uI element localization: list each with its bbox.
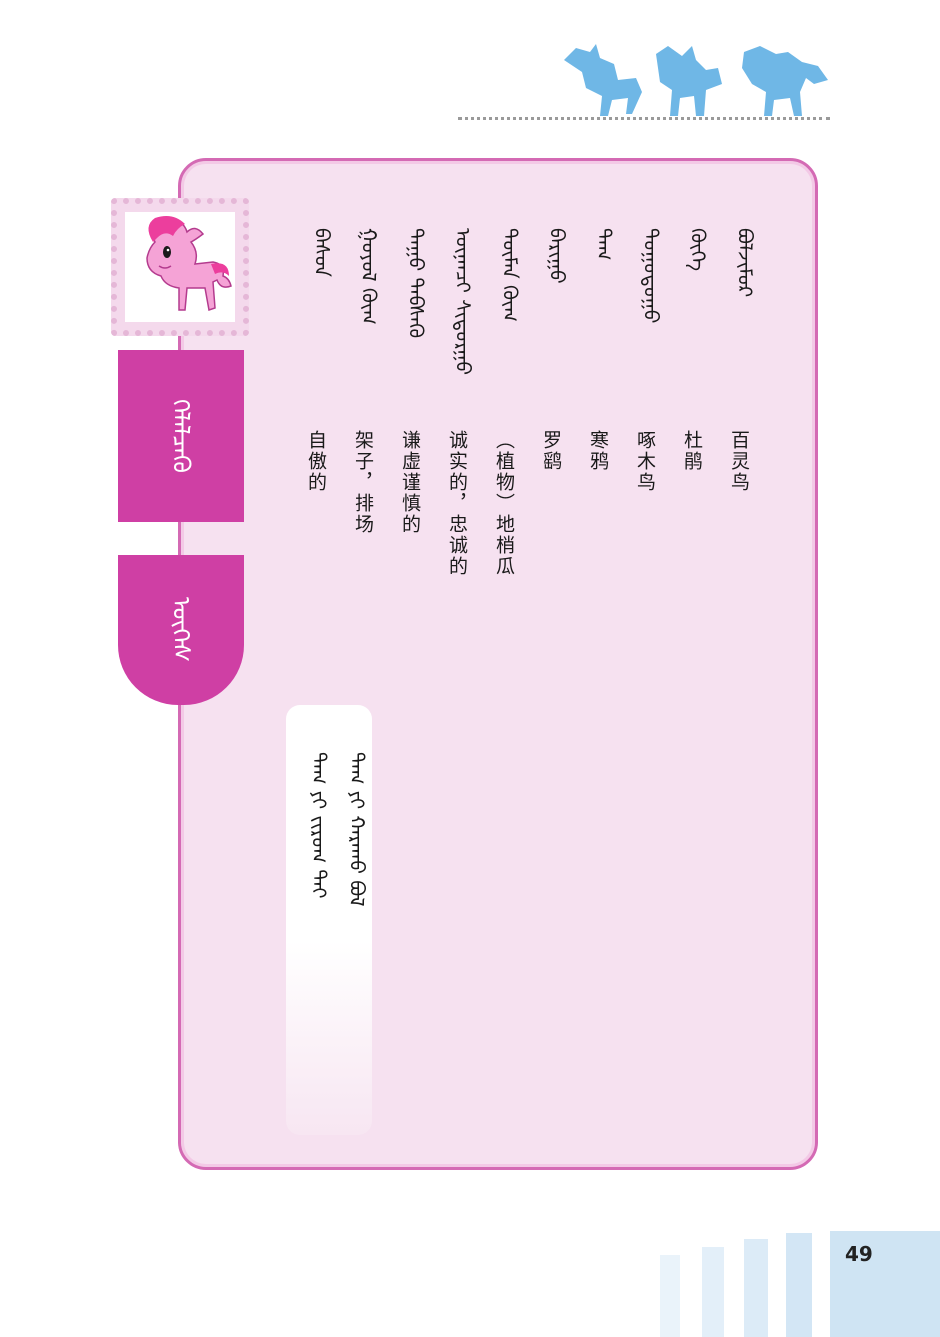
vocab-mongolian-7: ᠦᠨᠡᠨᠴᠢ ᠰᠢᠳᠤᠷᠭᠤ — [451, 228, 475, 376]
vocab-mongolian-10: ᠪᠠᠰᠤᠨ — [310, 228, 334, 277]
vocab-chinese-3: 啄木鸟 — [634, 430, 656, 493]
vocab-chinese-6: （植物）地梢瓜 — [493, 430, 515, 577]
vocab-mongolian-2: ᠬᠦᠬᠡ — [686, 228, 710, 272]
pink-pony-icon — [146, 216, 232, 311]
vocab-chinese-9: 架子，排场 — [352, 430, 374, 535]
tab-words-label: ᠦᠭᠡᠰ — [167, 597, 195, 663]
vocab-mongolian-3: ᠳᠣᠭᠣᠲᠤᠭᠤ — [639, 228, 663, 324]
vocab-mongolian-4: ᠲᠠᠭ — [592, 228, 616, 261]
vocab-chinese-7: 诚实的，忠诚的 — [446, 430, 468, 577]
note-line-2: ᠲᠠᠭ ᠶᠢ ᠵᠢᠷᠤᠭ ᠲᠠᠢ — [307, 752, 331, 899]
tab-words[interactable]: ᠦᠭᠡᠰ — [118, 555, 244, 705]
dotted-divider — [458, 117, 830, 120]
vocab-mongolian-6: ᠲᠦᠮᠡᠨ ᠬᠦᠬ — [498, 228, 522, 322]
vocab-mongolian-5: ᠪᠠᠷᠢᠭᠤ — [545, 228, 569, 284]
vocab-chinese-5: 罗鹞 — [540, 430, 562, 472]
pony-silhouettes-icon — [564, 44, 828, 116]
note-line-1: ᠲᠠᠭ ᠶᠢ ᠬᠠᠷᠠᠬᠤ ᠪᠣᠯ — [345, 752, 369, 907]
pony-stamp — [111, 198, 249, 336]
vocab-chinese-10: 自傲的 — [305, 430, 327, 493]
corner-bars-decoration — [660, 1231, 940, 1337]
tab-dialogue-label: ᠬᠡᠯᠡᠯᠴᠡᠬᠦ — [167, 399, 195, 473]
vocab-mongolian-9: ᠭᠣᠶᠣᠯ ᠬᠦᠬ — [357, 228, 381, 325]
vocab-chinese-1: 百灵鸟 — [728, 430, 750, 493]
tab-dialogue[interactable]: ᠬᠡᠯᠡᠯᠴᠡᠬᠦ — [118, 350, 244, 522]
vocab-chinese-8: 谦虚谨慎的 — [399, 430, 421, 535]
vocab-mongolian-1: ᠪᠣᠯᠵᠢᠮᠤᠷ — [733, 228, 757, 298]
vocab-mongolian-8: ᠳᠠᠭᠤ ᠳᠡᠪᠰᠡᠬᠦ — [404, 228, 428, 339]
page-number: 49 — [845, 1242, 873, 1266]
vocab-chinese-2: 杜鹃 — [681, 430, 703, 472]
vocab-chinese-4: 寒鸦 — [587, 430, 609, 472]
